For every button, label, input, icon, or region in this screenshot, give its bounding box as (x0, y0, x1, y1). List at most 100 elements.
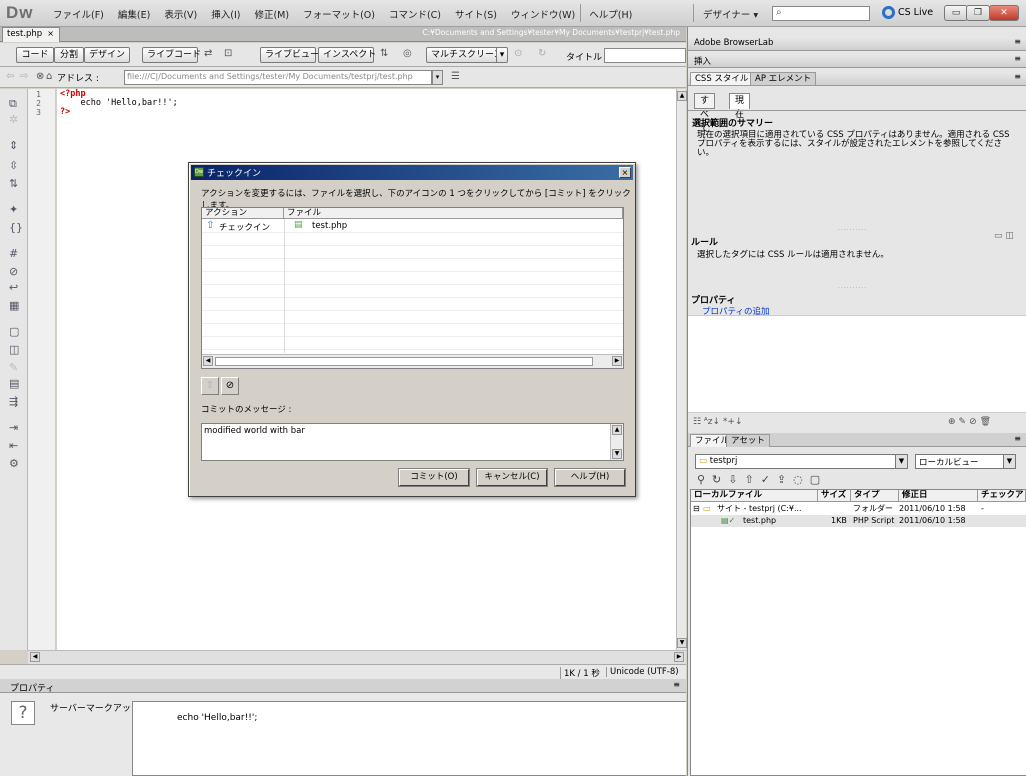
server-markup-field[interactable]: echo 'Hello,bar!!'; (132, 701, 686, 776)
menu-site[interactable]: サイト(S) (448, 7, 504, 21)
menu-modify[interactable]: 修正(M) (247, 7, 296, 21)
back-icon[interactable]: ⇦ (6, 71, 14, 82)
tab-css-all[interactable]: すべて (694, 93, 715, 134)
menu-window[interactable]: ウィンドウ(W) (504, 7, 582, 21)
format-source-icon[interactable]: ⚙ (9, 457, 19, 470)
panel-menu-icon[interactable]: ≡ (1014, 54, 1021, 63)
close-icon[interactable]: × (47, 29, 54, 38)
table-row[interactable]: ▤✓ test.php 1KB PHP Script 2011/06/10 1:… (691, 515, 1026, 527)
refresh-design-icon[interactable]: ⊡ (224, 48, 232, 59)
recent-snippets-icon[interactable]: ▤ (9, 377, 19, 390)
properties-panel-header[interactable]: プロパティ ≡ (0, 679, 686, 694)
commit-message-input[interactable]: modified world with bar ▲ ▼ (201, 423, 624, 461)
pane-splitter[interactable]: ·········· (838, 285, 867, 292)
tab-test-php[interactable]: test.php × (2, 27, 60, 42)
commit-button[interactable]: コミット(O) (398, 468, 470, 487)
outdent-code-icon[interactable]: ⇤ (9, 439, 18, 452)
remove-comment-icon[interactable]: ◫ (9, 343, 19, 356)
message-scrollbar[interactable]: ▲ ▼ (610, 424, 623, 460)
menu-view[interactable]: 表示(V) (157, 7, 204, 21)
scroll-up-icon[interactable]: ▲ (677, 91, 687, 101)
browser-options-icon[interactable]: ☰ (451, 71, 460, 82)
menu-edit[interactable]: 編集(E) (111, 7, 157, 21)
column-header[interactable]: チェックア (978, 490, 1026, 502)
list-item[interactable]: ⇧ チェックイン ▤ test.php (202, 220, 623, 233)
inspect-button[interactable]: インスペクト (318, 47, 376, 63)
wrap-tag-icon[interactable]: ✎ (9, 361, 18, 374)
scroll-thumb[interactable] (215, 357, 593, 366)
home-icon[interactable]: ⌂ (46, 71, 52, 82)
forward-icon[interactable]: ⇨ (20, 71, 28, 82)
close-button[interactable]: ✕ (989, 5, 1019, 21)
visual-aids-icon[interactable]: ⊙ (514, 48, 522, 59)
files-action-icons[interactable]: ⚲↻⇩⇧✓⇪◌▢ (697, 473, 827, 486)
column-header[interactable]: サイズ (818, 490, 851, 502)
document-title-input[interactable] (604, 48, 686, 63)
editor-vertical-scrollbar[interactable]: ▲ ▼ (676, 89, 687, 650)
tab-assets[interactable]: アセット (726, 434, 770, 447)
show-code-navigator-icon[interactable]: ✲ (9, 113, 18, 126)
menu-commands[interactable]: コマンド(C) (382, 7, 448, 21)
balance-braces-icon[interactable]: {} (9, 221, 23, 234)
scroll-left-icon[interactable]: ◀ (30, 652, 40, 662)
column-header[interactable]: 修正日 (899, 490, 978, 502)
table-row[interactable]: ⊟ ▭ サイト - testprj (C:¥... フォルダー 2011/06/… (691, 503, 1026, 515)
select-parent-tag-icon[interactable]: ✦ (9, 203, 18, 216)
file-management-icon[interactable]: ⇅ (380, 48, 388, 59)
live-code-button[interactable]: ライブコード (142, 47, 201, 63)
live-view-button[interactable]: ライブビュー (260, 47, 319, 63)
checkin-action-button[interactable]: ⇧ (201, 377, 219, 395)
help-icon[interactable]: ? (11, 701, 35, 725)
close-icon[interactable]: × (619, 167, 631, 178)
menu-format[interactable]: フォーマット(O) (296, 7, 382, 21)
split-view-button[interactable]: 分割 (54, 47, 84, 63)
help-search-input[interactable]: ⌕ (772, 6, 870, 21)
menu-insert[interactable]: 挿入(I) (204, 7, 247, 21)
rule-view-icons[interactable]: ▭ ◫ (994, 231, 1014, 241)
css-action-icons[interactable]: ⊕✎⊘🗑 (948, 417, 994, 427)
pane-splitter[interactable]: ·········· (838, 227, 867, 234)
scroll-down-icon[interactable]: ▼ (612, 449, 622, 459)
expand-all-icon[interactable]: ⇅ (9, 177, 18, 190)
maximize-button[interactable]: ❐ (966, 5, 990, 21)
view-select[interactable]: ローカルビュー ▼ (915, 454, 1016, 469)
dialog-titlebar[interactable]: Dw チェックイン × (191, 165, 633, 180)
open-documents-icon[interactable]: ⧉ (9, 97, 17, 111)
highlight-invalid-code-icon[interactable]: ⊘ (9, 265, 18, 278)
tab-ap-elements[interactable]: AP エレメント (750, 72, 817, 85)
expand-icon[interactable]: ⊟ (693, 503, 700, 515)
column-header[interactable]: ファイル (284, 208, 623, 219)
collapse-selection-icon[interactable]: ⇳ (9, 159, 18, 172)
apply-comment-icon[interactable]: ▢ (9, 325, 19, 338)
multiscreen-button[interactable]: マルチスクリーン (426, 47, 506, 63)
editor-horizontal-scrollbar[interactable]: ◀ ▶ (28, 650, 686, 664)
list-horizontal-scrollbar[interactable]: ◀ ▶ (202, 354, 623, 368)
tab-css-styles[interactable]: CSS スタイル (690, 72, 754, 85)
line-numbers-icon[interactable]: # (9, 247, 18, 260)
collapse-tag-icon[interactable]: ⇕ (9, 139, 18, 152)
panel-menu-icon[interactable]: ≡ (1014, 434, 1021, 443)
scroll-down-icon[interactable]: ▼ (677, 638, 687, 648)
cs-live-button[interactable]: CS Live (882, 6, 933, 19)
tab-css-current[interactable]: 現在 (729, 93, 751, 120)
minimize-button[interactable]: ▭ (944, 5, 968, 21)
preview-browser-icon[interactable]: ◎ (403, 48, 412, 59)
address-dropdown[interactable]: ▾ (432, 70, 443, 85)
word-wrap-icon[interactable]: ↩ (9, 281, 18, 294)
multiscreen-dropdown[interactable]: ▾ (496, 47, 508, 63)
menu-help[interactable]: ヘルプ(H) (582, 7, 639, 21)
stop-icon[interactable]: ⊗ (36, 71, 44, 82)
cancel-button[interactable]: キャンセル(C) (476, 468, 548, 487)
css-view-toggles[interactable]: ☷ ᴬz↓ *+↓ (693, 417, 743, 427)
indent-code-icon[interactable]: ⇥ (9, 421, 18, 434)
menu-file[interactable]: ファイル(F) (46, 7, 111, 21)
panel-menu-icon[interactable]: ≡ (1014, 37, 1021, 46)
column-header[interactable]: ローカルファイル (691, 490, 818, 502)
scroll-right-icon[interactable]: ▶ (612, 356, 622, 366)
scroll-right-icon[interactable]: ▶ (674, 652, 684, 662)
site-select[interactable]: ▭ testprj ▼ (695, 454, 908, 469)
insert-panel-header[interactable]: 挿入 ≡ (688, 54, 1026, 68)
ignore-action-button[interactable]: ⊘ (221, 377, 239, 395)
panel-menu-icon[interactable]: ≡ (1014, 72, 1021, 81)
address-input[interactable]: file:///C|/Documents and Settings/tester… (124, 70, 432, 85)
